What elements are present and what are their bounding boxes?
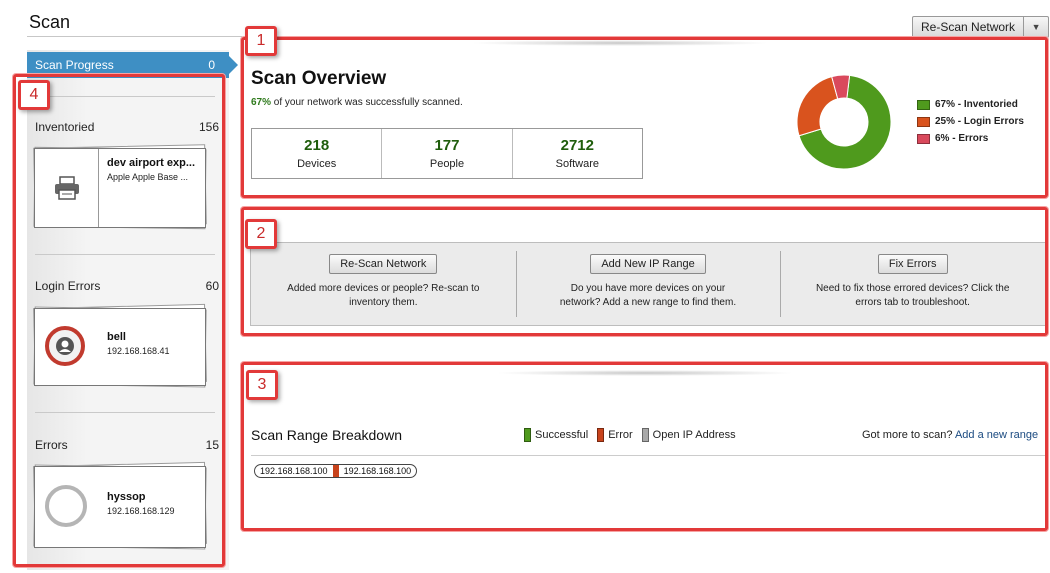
callout-box-4 — [13, 74, 225, 567]
chevron-down-icon[interactable]: ▼ — [1024, 17, 1048, 37]
page-title: Scan — [29, 12, 71, 32]
scan-page: Scan Re-Scan Network ▼ Scan Progress 0 I… — [0, 0, 1050, 573]
rescan-network-split-button[interactable]: Re-Scan Network ▼ — [912, 16, 1050, 38]
rescan-network-button[interactable]: Re-Scan Network — [913, 17, 1025, 37]
sidebar-item-label: Scan Progress — [35, 58, 114, 72]
header-divider — [27, 36, 242, 37]
callout-box-1 — [241, 37, 1048, 198]
callout-box-2 — [241, 207, 1048, 336]
callout-number-4: 4 — [18, 80, 50, 110]
callout-box-3 — [241, 362, 1048, 531]
callout-number-2: 2 — [245, 219, 277, 249]
callout-number-1: 1 — [245, 26, 277, 56]
sidebar-item-count: 0 — [208, 58, 215, 72]
callout-number-3: 3 — [246, 370, 278, 400]
